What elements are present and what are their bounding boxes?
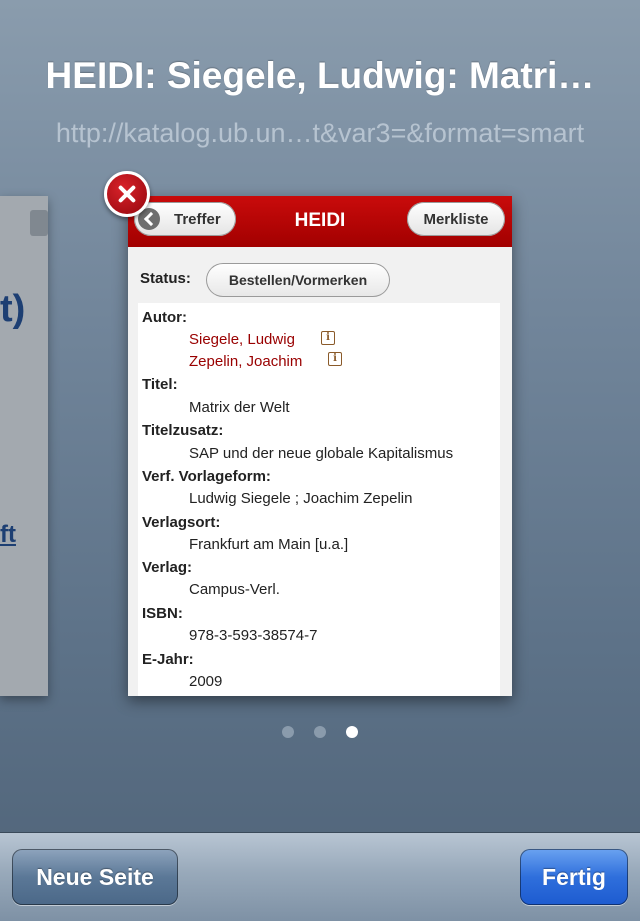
titelzusatz-value: SAP und der neue globale Kapitalismus (189, 445, 454, 462)
page-url: http://katalog.ub.un…t&var3=&format=smar… (55, 118, 585, 148)
previous-page-text: t) (0, 288, 26, 330)
verlagsort-label: Verlagsort: (142, 514, 221, 531)
autor-label: Autor: (142, 309, 187, 326)
verlag-label: Verlag: (142, 559, 193, 576)
verf-vorlageform-label: Verf. Vorlageform: (142, 468, 271, 485)
verf-vorlageform-value: Ludwig Siegele ; Joachim Zepelin (189, 490, 413, 507)
new-page-button[interactable]: Neue Seite (12, 849, 178, 905)
page-dot (282, 726, 294, 738)
page-dot (314, 726, 326, 738)
titelzusatz-label: Titelzusatz: (142, 422, 224, 439)
page-indicator (282, 726, 360, 738)
record-details: Autor: Siegele, Ludwig i Zepelin, Joachi… (138, 303, 500, 696)
current-page-thumbnail[interactable]: Treffer HEIDI Merkliste Status: Bestelle… (128, 196, 512, 696)
autor-link-1[interactable]: Siegele, Ludwig (189, 331, 295, 348)
previous-page-link: ft (0, 521, 16, 548)
order-button[interactable]: Bestellen/Vormerken (206, 263, 390, 297)
close-icon[interactable] (104, 171, 150, 217)
page-dot-active (346, 726, 358, 738)
isbn-value: 978-3-593-38574-7 (189, 627, 318, 644)
titel-value: Matrix der Welt (189, 399, 290, 416)
autor-link-2[interactable]: Zepelin, Joachim (189, 353, 302, 370)
verlag-value: Campus-Verl. (189, 581, 280, 598)
verlagsort-value: Frankfurt am Main [u.a.] (189, 536, 349, 553)
info-icon[interactable]: i (328, 352, 342, 366)
e-jahr-value: 2009 (189, 673, 223, 690)
previous-page-thumbnail[interactable]: t) ft (0, 196, 48, 696)
merkliste-button[interactable]: Merkliste (407, 202, 505, 236)
bottom-toolbar: Neue Seite Fertig (0, 832, 640, 921)
done-button[interactable]: Fertig (520, 849, 628, 905)
status-label: Status: (140, 270, 191, 287)
previous-page-icon (30, 210, 48, 236)
titel-label: Titel: (142, 376, 178, 393)
record-content: Status: Bestellen/Vormerken Autor: Siege… (128, 247, 512, 696)
info-icon[interactable]: i (321, 331, 335, 345)
page-title: HEIDI: Siegele, Ludwig: Matri… (45, 55, 595, 96)
navbar: Treffer HEIDI Merkliste (128, 196, 512, 247)
isbn-label: ISBN: (142, 605, 183, 622)
e-jahr-label: E-Jahr: (142, 651, 194, 668)
